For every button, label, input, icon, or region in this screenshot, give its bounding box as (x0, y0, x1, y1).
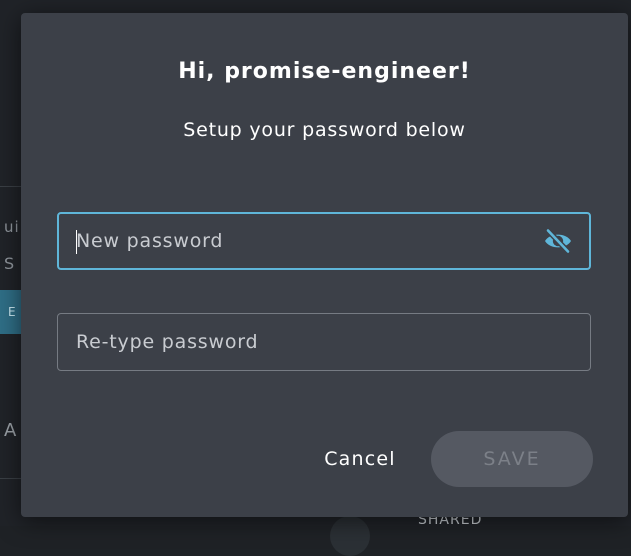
retype-password-input[interactable] (58, 314, 590, 370)
new-password-input[interactable] (59, 214, 589, 268)
background-avatar (330, 516, 370, 556)
dialog-subtitle: Setup your password below (183, 119, 466, 141)
retype-password-field (57, 313, 591, 371)
background-text-fragment: ui (4, 218, 20, 236)
background-text-fragment: S (4, 254, 16, 273)
eye-slash-icon[interactable] (543, 227, 573, 255)
text-cursor (76, 230, 77, 254)
setup-password-dialog: Hi, promise-engineer! Setup your passwor… (21, 13, 628, 517)
background-text-fragment: A (4, 420, 18, 441)
background-divider (0, 478, 22, 479)
dialog-title: Hi, promise-engineer! (178, 59, 471, 84)
background-selected-item: E (0, 290, 22, 334)
new-password-field (57, 212, 591, 270)
background-divider (0, 186, 22, 187)
cancel-button[interactable]: Cancel (295, 433, 425, 485)
save-button[interactable]: SAVE (431, 431, 593, 487)
